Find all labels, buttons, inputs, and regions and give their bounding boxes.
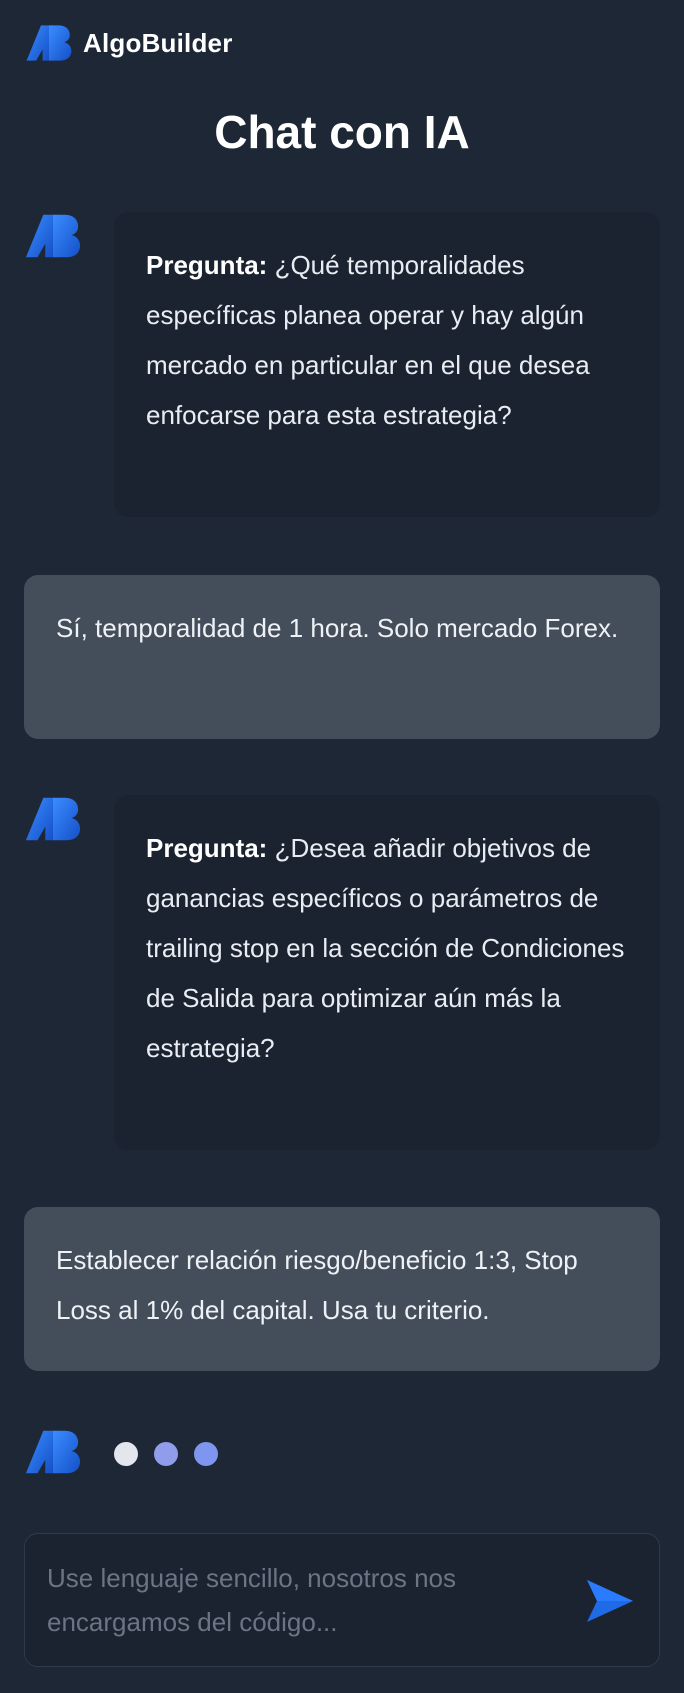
send-button[interactable] — [583, 1576, 637, 1626]
brand-header: AlgoBuilder — [25, 22, 233, 64]
bot-message-bubble: Pregunta: ¿Qué temporalidades específica… — [114, 212, 660, 517]
question-label: Pregunta: — [146, 833, 275, 863]
typing-dot-icon — [114, 1442, 138, 1466]
brand-name: AlgoBuilder — [83, 27, 233, 58]
send-icon — [587, 1580, 633, 1622]
bot-avatar-icon — [24, 1428, 82, 1476]
message-text: Establecer relación riesgo/beneficio 1:3… — [56, 1245, 578, 1325]
page-title: Chat con IA — [214, 106, 470, 158]
bot-message-bubble: Pregunta: ¿Desea añadir objetivos de gan… — [114, 795, 660, 1150]
bot-avatar-icon — [24, 212, 82, 260]
user-message-bubble: Establecer relación riesgo/beneficio 1:3… — [24, 1207, 660, 1371]
algobuilder-logo-icon — [25, 22, 73, 64]
user-message-bubble: Sí, temporalidad de 1 hora. Solo mercado… — [24, 575, 660, 739]
message-input[interactable] — [47, 1556, 567, 1648]
chat-panel: AlgoBuilder Chat con IA Pregunta: ¿Qué t… — [0, 0, 684, 1693]
question-label: Pregunta: — [146, 250, 275, 280]
typing-dot-icon — [154, 1442, 178, 1466]
typing-dot-icon — [194, 1442, 218, 1466]
message-text: Sí, temporalidad de 1 hora. Solo mercado… — [56, 613, 619, 643]
message-composer — [24, 1533, 660, 1667]
typing-indicator — [24, 1428, 324, 1478]
message-text: ¿Desea añadir objetivos de ganancias esp… — [146, 833, 625, 1063]
bot-avatar-icon — [24, 795, 82, 843]
